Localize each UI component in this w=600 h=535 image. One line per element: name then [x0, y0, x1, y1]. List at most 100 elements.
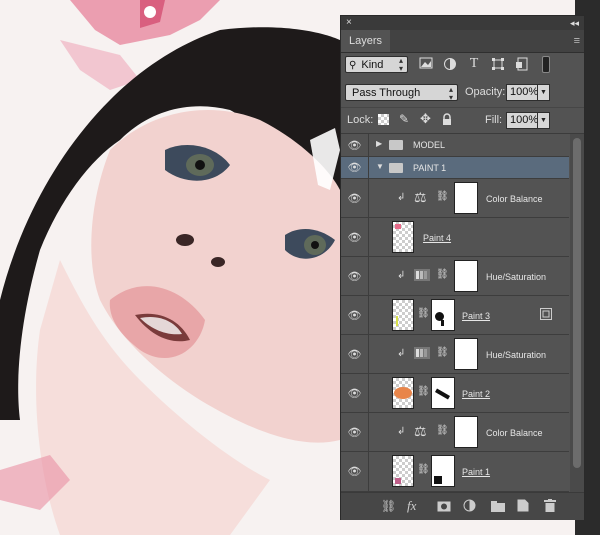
lock-all-icon[interactable] — [442, 113, 452, 131]
layer-name: Paint 4 — [423, 233, 452, 243]
visibility-eye-icon[interactable]: 👁 — [341, 134, 369, 156]
filter-toggle-switch[interactable] — [542, 56, 550, 73]
filter-row: ⚲ Kind ▴ ▾ T — [341, 53, 584, 79]
trash-icon[interactable] — [544, 499, 556, 516]
clipping-arrow-icon: ↲ — [397, 270, 406, 281]
layer-row-color-balance[interactable]: 👁 ↲ ⚖ ⛓ Color Balance — [341, 413, 569, 452]
layer-row-color-balance[interactable]: 👁 ↲ ⚖ ⛓ Color Balance — [341, 179, 569, 218]
lock-label: Lock: — [347, 114, 374, 126]
layer-row-hue-saturation[interactable]: 👁 ↲ ⛓ Hue/Saturation — [341, 257, 569, 296]
visibility-eye-icon[interactable]: 👁 — [341, 413, 369, 451]
layer-mask-thumbnail[interactable] — [454, 416, 478, 448]
expand-arrow-icon[interactable]: ▶ — [376, 139, 382, 148]
layer-mask-thumbnail[interactable] — [454, 182, 478, 214]
layer-row-paint-4[interactable]: 👁 Paint 4 — [341, 218, 569, 257]
type-filter-icon[interactable]: T — [467, 57, 481, 71]
chain-link-icon[interactable]: ⛓ — [417, 386, 430, 397]
smart-object-badge-icon — [540, 308, 552, 320]
visibility-eye-icon[interactable]: 👁 — [341, 179, 369, 217]
layer-name: Paint 3 — [462, 311, 491, 321]
new-adjustment-icon[interactable] — [463, 499, 476, 516]
close-icon[interactable]: × — [346, 16, 352, 30]
adjustment-filter-icon[interactable] — [443, 57, 457, 71]
chain-link-icon[interactable]: ⛓ — [436, 425, 449, 436]
layer-row-paint-1[interactable]: 👁 ⛓ Paint 1 — [341, 452, 569, 492]
layers-panel: × ◂◂ Layers ≡ ⚲ Kind ▴ ▾ T Pass Through ▴… — [340, 15, 585, 520]
layer-row-hue-saturation[interactable]: 👁 ↲ ⛓ Hue/Saturation — [341, 335, 569, 374]
layers-bottom-toolbar: ⛓ fx — [341, 492, 584, 520]
layer-name: Color Balance — [486, 194, 543, 204]
layer-name: MODEL — [413, 140, 446, 150]
opacity-field[interactable]: 100% — [506, 84, 538, 101]
fill-field[interactable]: 100% — [506, 112, 538, 129]
layer-thumbnail[interactable] — [392, 377, 414, 409]
lock-position-icon[interactable]: ✥ — [420, 111, 431, 127]
layer-row-paint-3[interactable]: 👁 ⛓ Paint 3 — [341, 296, 569, 335]
layer-mask-thumbnail[interactable] — [431, 299, 455, 331]
hue-saturation-icon — [414, 347, 430, 359]
layer-name: Paint 2 — [462, 389, 491, 399]
visibility-eye-icon[interactable]: 👁 — [341, 257, 369, 295]
panel-menu-icon[interactable]: ≡ — [574, 35, 580, 47]
lock-transparency-icon[interactable] — [378, 114, 389, 125]
visibility-eye-icon[interactable]: 👁 — [341, 374, 369, 412]
chain-link-icon[interactable]: ⛓ — [436, 269, 449, 280]
tab-layers[interactable]: Layers — [341, 30, 391, 52]
layer-row-paint-2[interactable]: 👁 ⛓ Paint 2 — [341, 374, 569, 413]
fx-icon[interactable]: fx — [407, 498, 416, 514]
add-mask-icon[interactable] — [437, 500, 451, 516]
scrollbar-thumb[interactable] — [573, 138, 581, 468]
balance-scale-icon: ⚖ — [414, 423, 427, 439]
clipping-arrow-icon: ↲ — [397, 192, 406, 203]
layer-row-model[interactable]: 👁 ▶ MODEL — [341, 134, 569, 157]
layer-thumbnail[interactable] — [392, 299, 414, 331]
chevron-updown-icon: ▴ ▾ — [448, 85, 453, 102]
panel-tab-bar: Layers ≡ — [341, 30, 584, 53]
lock-pixels-icon[interactable]: ✎ — [399, 112, 409, 126]
collapse-arrow-icon[interactable]: ▼ — [376, 162, 384, 171]
layers-scrollbar[interactable] — [570, 134, 584, 492]
chain-link-icon[interactable]: ⛓ — [417, 464, 430, 475]
clipping-arrow-icon: ↲ — [397, 426, 406, 437]
visibility-eye-icon[interactable]: 👁 — [341, 335, 369, 373]
collapse-icon[interactable]: ◂◂ — [570, 16, 579, 30]
pixel-filter-icon[interactable] — [419, 57, 433, 71]
chain-link-icon[interactable]: ⛓ — [436, 191, 449, 202]
panel-title-bar[interactable]: × ◂◂ — [341, 16, 584, 30]
new-group-icon[interactable] — [491, 500, 505, 516]
lock-row: Lock: ✎ ✥ Fill: 100% ▼ — [341, 108, 584, 134]
layer-mask-thumbnail[interactable] — [454, 260, 478, 292]
folder-icon — [389, 140, 403, 150]
visibility-eye-icon[interactable]: 👁 — [341, 157, 369, 178]
search-icon: ⚲ — [349, 60, 357, 71]
opacity-dropdown-icon[interactable]: ▼ — [537, 84, 550, 101]
layer-mask-thumbnail[interactable] — [431, 377, 455, 409]
layer-name: Color Balance — [486, 428, 543, 438]
smart-object-filter-icon[interactable] — [515, 57, 529, 71]
blend-mode-value: Pass Through — [352, 87, 421, 99]
balance-scale-icon: ⚖ — [414, 189, 427, 205]
visibility-eye-icon[interactable]: 👁 — [341, 296, 369, 334]
layer-name: Hue/Saturation — [486, 350, 547, 360]
layer-thumbnail[interactable] — [392, 221, 414, 253]
kind-filter-select[interactable]: ⚲ Kind ▴ ▾ — [345, 56, 408, 73]
blend-mode-select[interactable]: Pass Through ▴ ▾ — [345, 84, 458, 102]
folder-open-icon — [389, 163, 403, 173]
layer-name: Hue/Saturation — [486, 272, 547, 282]
clipping-arrow-icon: ↲ — [397, 348, 406, 359]
chain-link-icon[interactable]: ⛓ — [417, 308, 430, 319]
new-layer-icon[interactable] — [517, 499, 529, 516]
layer-thumbnail[interactable] — [392, 455, 414, 487]
visibility-eye-icon[interactable]: 👁 — [341, 452, 369, 491]
fill-dropdown-icon[interactable]: ▼ — [537, 112, 550, 129]
layer-name: Paint 1 — [462, 467, 491, 477]
layer-mask-thumbnail[interactable] — [431, 455, 455, 487]
chevron-updown-icon: ▴ ▾ — [398, 56, 403, 73]
shape-filter-icon[interactable] — [491, 57, 505, 71]
visibility-eye-icon[interactable]: 👁 — [341, 218, 369, 256]
fill-label: Fill: — [485, 114, 503, 126]
layer-row-paint-1-group[interactable]: 👁 ▼ PAINT 1 — [341, 157, 569, 179]
link-layers-icon[interactable]: ⛓ — [381, 498, 396, 514]
layer-mask-thumbnail[interactable] — [454, 338, 478, 370]
chain-link-icon[interactable]: ⛓ — [436, 347, 449, 358]
